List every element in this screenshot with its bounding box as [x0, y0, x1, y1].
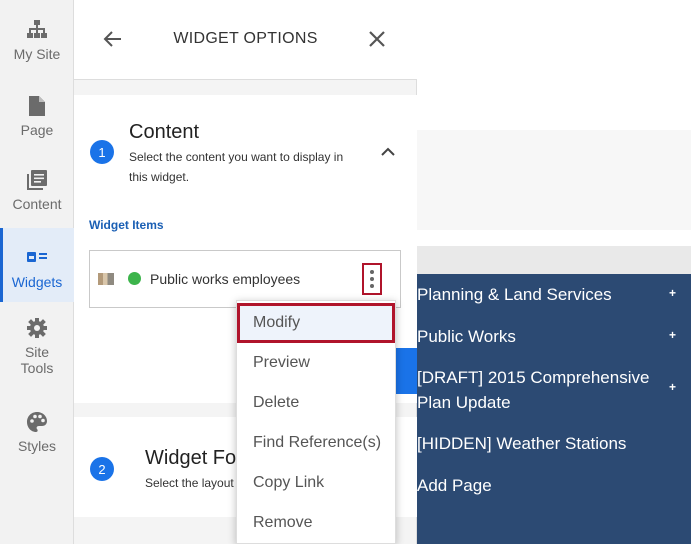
- nav-item-public-works[interactable]: Public Works: [417, 324, 657, 349]
- chevron-up-icon[interactable]: [380, 145, 396, 157]
- section-title-content: Content: [129, 121, 200, 143]
- rail-label: Page: [20, 122, 54, 138]
- section-desc-line1: Select the content you want to display i…: [129, 150, 344, 164]
- expand-plus-icon[interactable]: +: [669, 328, 676, 342]
- panel-header: WIDGET OPTIONS: [74, 0, 417, 80]
- preview-area: [417, 130, 691, 230]
- rail-item-widgets[interactable]: Widgets: [0, 228, 74, 302]
- widget-items-label: Widget Items: [89, 218, 164, 232]
- page-icon: [28, 94, 46, 118]
- nav-item-weather-stations[interactable]: [HIDDEN] Weather Stations: [417, 431, 657, 456]
- expand-plus-icon[interactable]: +: [669, 380, 676, 394]
- preview-strip: [417, 246, 691, 274]
- gear-icon: [26, 316, 48, 340]
- menu-item-preview[interactable]: Preview: [237, 343, 397, 383]
- close-icon[interactable]: [366, 28, 388, 50]
- menu-item-find-references[interactable]: Find Reference(s): [237, 423, 397, 463]
- site-nav: Planning & Land Services + Public Works …: [417, 274, 691, 544]
- palette-icon: [26, 410, 48, 434]
- add-item-button[interactable]: [395, 348, 417, 394]
- nav-item-add-page[interactable]: Add Page: [417, 473, 657, 498]
- menu-item-remove[interactable]: Remove: [237, 503, 397, 543]
- rail-label: Styles: [17, 438, 57, 454]
- menu-item-delete[interactable]: Delete: [237, 383, 397, 423]
- rail-item-my-site[interactable]: My Site: [0, 18, 74, 62]
- section-title-widget-format: Widget Fo: [145, 447, 237, 469]
- more-options-icon[interactable]: [362, 263, 382, 295]
- sitemap-icon: [26, 18, 48, 42]
- content-icon: [26, 168, 48, 192]
- rail-item-page[interactable]: Page: [0, 94, 74, 138]
- item-context-menu: Modify Preview Delete Find Reference(s) …: [236, 300, 396, 544]
- section-desc-line2: this widget.: [129, 170, 190, 184]
- rail-item-site-tools[interactable]: Site Tools: [0, 316, 74, 376]
- nav-item-draft-plan[interactable]: [DRAFT] 2015 Comprehensive Plan Update: [417, 365, 657, 415]
- rail-label: Content: [12, 196, 62, 212]
- rail-item-styles[interactable]: Styles: [0, 410, 74, 454]
- rail-label: Widgets: [11, 274, 63, 290]
- rail-label-line1: Site: [24, 344, 50, 360]
- rail-label: My Site: [13, 46, 61, 62]
- item-thumbnail: [98, 273, 114, 285]
- widgets-icon: [26, 246, 48, 270]
- left-rail: My Site Page Content Widgets Site Tools …: [0, 0, 74, 544]
- rail-label-line2: Tools: [20, 360, 54, 376]
- menu-item-copy-link[interactable]: Copy Link: [237, 463, 397, 503]
- section-desc: Select the layout: [145, 476, 234, 490]
- menu-item-modify[interactable]: Modify: [237, 303, 395, 343]
- expand-plus-icon[interactable]: +: [669, 286, 676, 300]
- widget-item-label: Public works employees: [150, 271, 301, 287]
- nav-item-planning[interactable]: Planning & Land Services: [417, 282, 657, 307]
- status-dot-icon: [128, 272, 141, 285]
- step-number-2: 2: [90, 457, 114, 481]
- step-number-1: 1: [90, 140, 114, 164]
- rail-item-content[interactable]: Content: [0, 168, 74, 212]
